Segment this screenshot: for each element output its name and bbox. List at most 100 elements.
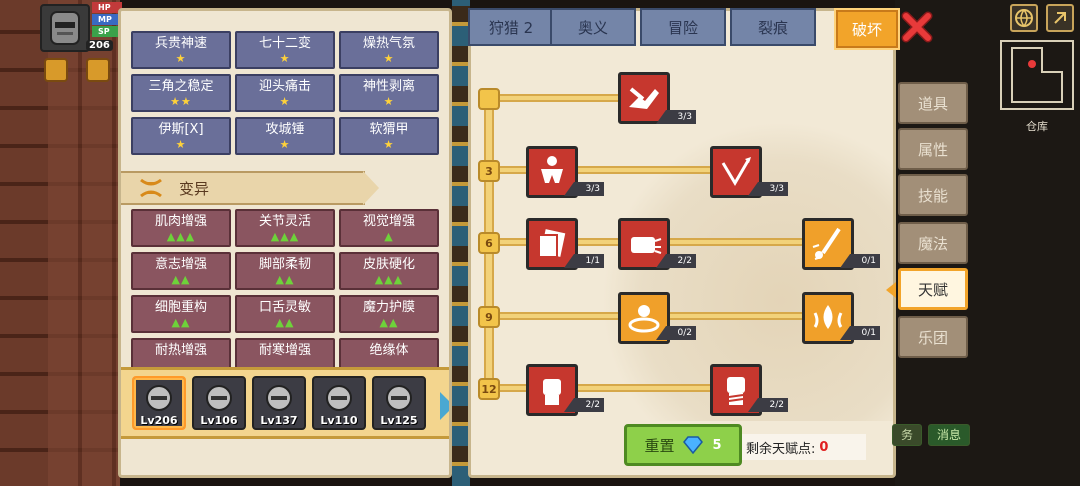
punch-icon: [631, 237, 662, 254]
talent-branch-12: [484, 384, 724, 392]
star-icon: ★: [383, 94, 395, 108]
triangle-icon: ▲▲: [171, 272, 191, 286]
mutation-cell[interactable]: 口舌灵敏 ▲▲: [235, 295, 335, 333]
mutation-name: 绝缘体: [369, 342, 409, 358]
level-node: 3: [478, 160, 500, 182]
blade-flash-icon: [812, 227, 841, 260]
level-node: 9: [478, 306, 500, 328]
attribute-cell[interactable]: 七十二变 ★: [235, 31, 335, 69]
attribute-name: 七十二变: [258, 35, 311, 51]
tab-destruction[interactable]: 破坏: [834, 8, 900, 50]
mutation-section-header: 变异: [121, 171, 379, 205]
mutation-cell[interactable]: 魔力护膜 ▲▲: [339, 295, 439, 333]
star-icon: ★★: [170, 94, 192, 108]
talent-tabs: 狩猎 2 奥义 冒险 裂痕 破坏: [468, 8, 900, 50]
card-icon: [538, 229, 566, 258]
warehouse-label: 仓库: [1026, 120, 1048, 133]
knight-helmet-icon: [50, 11, 80, 45]
reset-cost: 5: [712, 437, 722, 453]
tab-mystery[interactable]: 奥义: [550, 8, 636, 46]
tab-adventure[interactable]: 冒险: [640, 8, 726, 46]
triangle-icon: ▲▲: [275, 272, 295, 286]
mutation-section-label: 变异: [179, 179, 210, 198]
mutation-cell[interactable]: 视觉增强 ▲: [339, 209, 439, 247]
triangle-icon: ▲▲: [379, 315, 399, 329]
next-characters-arrow-icon[interactable]: [440, 392, 449, 420]
mutation-cell[interactable]: 关节灵活 ▲▲▲: [235, 209, 335, 247]
level-node: 6: [478, 232, 500, 254]
active-indicator-arrow-icon: [886, 282, 896, 298]
muscle-body-icon: [541, 156, 563, 183]
mutation-name: 口舌灵敏: [258, 299, 311, 315]
character-select-bar: Lv206 Lv106 Lv137 Lv110 Lv125: [121, 367, 449, 439]
character-portrait-icon: [326, 385, 352, 411]
triangle-icon: ▲▲: [171, 315, 191, 329]
attribute-cell[interactable]: 伊斯[X] ★: [131, 117, 231, 155]
triangle-icon: ▲▲▲: [374, 272, 404, 286]
tab-hunting[interactable]: 狩猎 2: [468, 8, 554, 46]
diamond-icon: [683, 436, 704, 454]
mutation-name: 皮肤硬化: [362, 256, 415, 272]
side-menu-attributes[interactable]: 属性: [898, 128, 968, 170]
side-menu-band[interactable]: 乐团: [898, 316, 968, 358]
close-icon: [901, 11, 933, 43]
character-slot[interactable]: Lv125: [372, 376, 426, 430]
attribute-cell[interactable]: 三角之稳定 ★★: [131, 74, 231, 112]
character-portrait-icon: [206, 385, 232, 411]
mutation-cell[interactable]: 脚部柔韧 ▲▲: [235, 252, 335, 290]
globe-icon: [1015, 9, 1033, 28]
attribute-cell[interactable]: 燥热气氛 ★: [339, 31, 439, 69]
character-slot[interactable]: Lv206: [132, 376, 186, 430]
mutation-cell[interactable]: 肌肉增强 ▲▲▲: [131, 209, 231, 247]
character-portrait-icon: [386, 385, 412, 411]
star-icon: ★: [279, 137, 291, 151]
mutation-name: 耐热增强: [154, 342, 207, 358]
character-portrait-icon: [266, 385, 292, 411]
close-button[interactable]: [900, 10, 934, 44]
mutation-name: 魔力护膜: [362, 299, 415, 315]
mutation-cell[interactable]: 意志增强 ▲▲: [131, 252, 231, 290]
character-slot[interactable]: Lv106: [192, 376, 246, 430]
attribute-cell[interactable]: 攻城锤 ★: [235, 117, 335, 155]
minimap-rooms: [1011, 47, 1063, 103]
tab-rift[interactable]: 裂痕: [730, 8, 816, 46]
message-button[interactable]: 消息: [928, 424, 971, 446]
character-slot[interactable]: Lv137: [252, 376, 306, 430]
mutation-name: 耐寒增强: [258, 342, 311, 358]
hud-quick-button-1[interactable]: [44, 58, 68, 82]
mutation-name: 关节灵活: [258, 213, 311, 229]
globe-button[interactable]: [1010, 4, 1038, 32]
arm-wrestle-icon: [629, 87, 659, 109]
remaining-value: 0: [819, 439, 829, 455]
reset-button[interactable]: 重置 5: [624, 424, 742, 466]
talent-branch-3: [484, 166, 724, 174]
minimap[interactable]: [1000, 40, 1074, 110]
attribute-name: 攻城锤: [265, 121, 305, 137]
level-node: 12: [478, 378, 500, 400]
side-menu-talent[interactable]: 天赋: [898, 268, 968, 310]
remaining-label: 剩余天赋点:: [746, 441, 816, 457]
hud-quick-button-2[interactable]: [86, 58, 110, 82]
remaining-talent-points: 剩余天赋点: 0: [742, 434, 866, 460]
attribute-name: 伊斯[X]: [158, 121, 204, 137]
star-icon: ★: [383, 137, 395, 151]
dna-icon: [140, 178, 162, 198]
attribute-cell[interactable]: 神性剥离 ★: [339, 74, 439, 112]
mutation-name: 意志增强: [154, 256, 207, 272]
side-menu-skills[interactable]: 技能: [898, 174, 968, 216]
exit-button[interactable]: [1046, 4, 1074, 32]
side-menu-magic[interactable]: 魔法: [898, 222, 968, 264]
attribute-cell[interactable]: 迎头痛击 ★: [235, 74, 335, 112]
triangle-icon: ▲▲▲: [270, 229, 300, 243]
attribute-cell[interactable]: 兵贵神速 ★: [131, 31, 231, 69]
mutation-cell[interactable]: 细胞重构 ▲▲: [131, 295, 231, 333]
attribute-cell[interactable]: 软猬甲 ★: [339, 117, 439, 155]
character-slot[interactable]: Lv110: [312, 376, 366, 430]
triangle-icon: ▲▲: [275, 315, 295, 329]
attribute-name: 迎头痛击: [258, 78, 311, 94]
task-button[interactable]: 务: [892, 424, 923, 446]
side-menu-items[interactable]: 道具: [898, 82, 968, 124]
player-avatar[interactable]: [40, 4, 90, 52]
mutation-cell[interactable]: 皮肤硬化 ▲▲▲: [339, 252, 439, 290]
attribute-name: 软猬甲: [369, 121, 409, 137]
